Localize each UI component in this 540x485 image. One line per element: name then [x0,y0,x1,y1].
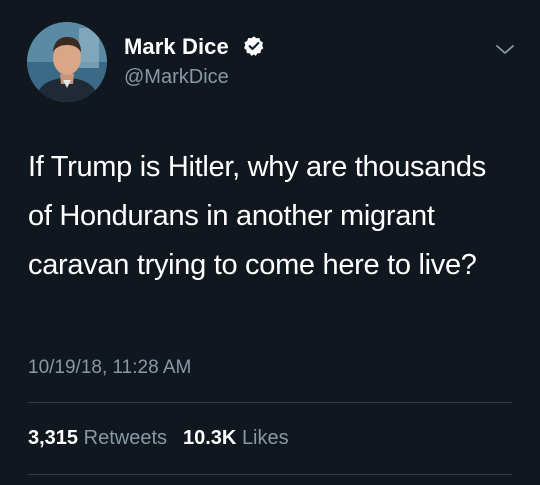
avatar[interactable] [27,22,107,102]
tweet-card: Mark Dice @MarkDice If Trump is Hitler, … [0,0,540,485]
retweets-label: Retweets [83,427,167,449]
author-handle[interactable]: @MarkDice [124,66,229,89]
tweet-text: If Trump is Hitler, why are thousands of… [28,151,486,281]
likes-count: 10.3K [183,427,237,449]
tweet-stats: 3,315 Retweets 10.3K Likes [28,427,289,450]
divider [28,474,512,475]
likes-stat[interactable]: 10.3K Likes [183,427,289,450]
verified-badge-icon [244,36,264,56]
chevron-down-icon[interactable] [493,38,517,62]
retweets-count: 3,315 [28,427,79,449]
divider [28,402,512,403]
retweets-stat[interactable]: 3,315 Retweets [28,427,167,450]
tweet-timestamp[interactable]: 10/19/18, 11:28 AM [28,357,191,379]
author-display-name[interactable]: Mark Dice [124,34,229,60]
likes-label: Likes [241,427,289,449]
